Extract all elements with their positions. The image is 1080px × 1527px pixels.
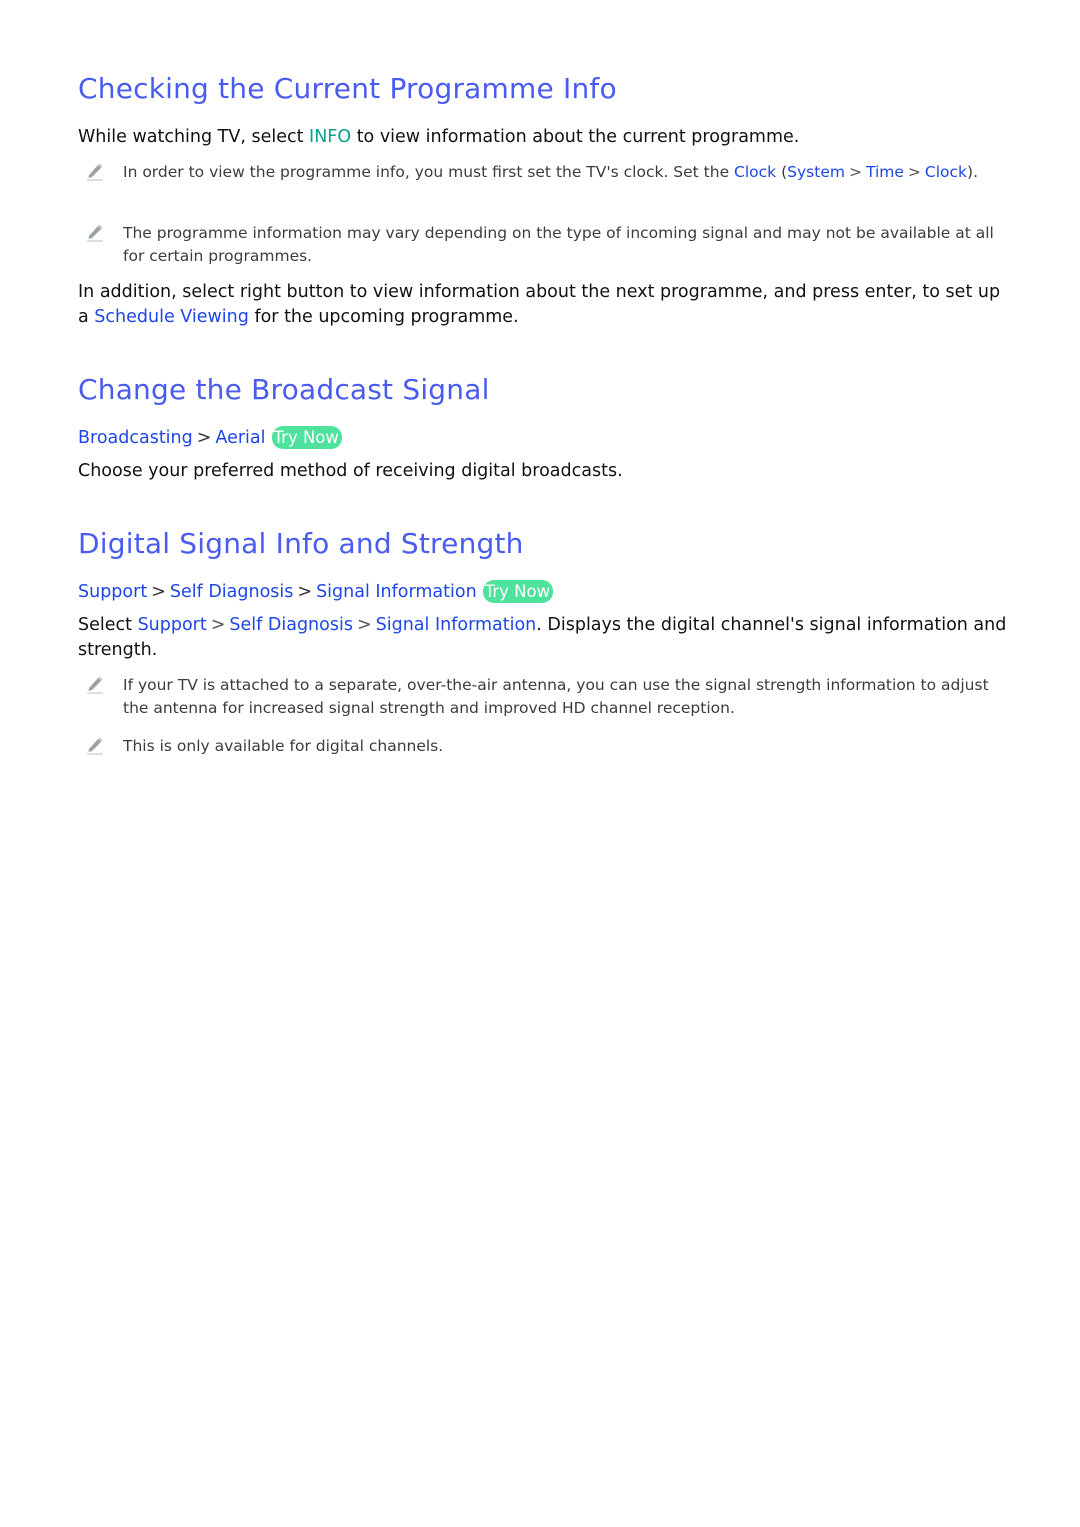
section-title-programme-info: Checking the Current Programme Info [78, 72, 617, 105]
intro-text-end: to view information about the current pr… [351, 127, 800, 147]
menu-path-signal-information: Support > Self Diagnosis > Signal Informatio… [78, 580, 554, 604]
note-text: This is only available for digital chann… [123, 737, 444, 755]
support-link-inline[interactable]: Support [138, 615, 207, 635]
broadcast-signal-description: Choose your preferred method of receivin… [78, 461, 623, 481]
chevron-right-icon: > [151, 582, 166, 602]
pencil-icon [87, 163, 103, 181]
self-diagnosis-link-inline[interactable]: Self Diagnosis [229, 615, 353, 635]
support-link[interactable]: Support [78, 582, 147, 602]
pencil-icon [87, 224, 103, 242]
description-text: Select [78, 615, 138, 635]
pencil-icon [87, 676, 103, 694]
schedule-viewing-link[interactable]: Schedule Viewing [94, 307, 249, 327]
programme-info-outro: In addition, select right button to view… [78, 280, 1008, 330]
menu-path-broadcasting: Broadcasting > Aerial Try Now [78, 426, 342, 450]
clock-link[interactable]: Clock [734, 163, 776, 181]
chevron-right-icon: > [848, 163, 862, 181]
chevron-right-icon: > [210, 615, 226, 635]
aerial-link[interactable]: Aerial [215, 428, 265, 448]
note-antenna: If your TV is attached to a separate, ov… [87, 674, 1003, 720]
section-title-broadcast-signal: Change the Broadcast Signal [78, 373, 490, 406]
system-link[interactable]: System [787, 163, 845, 181]
info-button-label: INFO [309, 127, 352, 147]
section-title-digital-signal: Digital Signal Info and Strength [78, 527, 524, 560]
signal-information-link-inline[interactable]: Signal Information [376, 615, 537, 635]
broadcasting-link[interactable]: Broadcasting [78, 428, 193, 448]
time-link[interactable]: Time [866, 163, 904, 181]
self-diagnosis-link[interactable]: Self Diagnosis [170, 582, 294, 602]
digital-signal-description: Select Support > Self Diagnosis > Signal Inf… [78, 613, 1008, 663]
chevron-right-icon: > [356, 615, 372, 635]
chevron-right-icon: > [907, 163, 921, 181]
note-digital-only: This is only available for digital chann… [87, 735, 1003, 758]
try-now-button[interactable]: Try Now [482, 580, 554, 603]
pencil-icon [87, 737, 103, 755]
note-text: In order to view the programme info, you… [123, 163, 735, 181]
note-clock: In order to view the programme info, you… [87, 161, 1003, 184]
intro-text: While watching TV, select [78, 127, 310, 147]
programme-info-intro: While watching TV, select INFO to view i… [78, 125, 1008, 150]
outro-text-end: for the upcoming programme. [248, 307, 519, 327]
try-now-button[interactable]: Try Now [271, 426, 342, 449]
note-paren-open: ( [776, 163, 788, 181]
note-paren-close: ). [967, 163, 979, 181]
chevron-right-icon: > [297, 582, 313, 602]
clock-menu-link[interactable]: Clock [925, 163, 967, 181]
note-text: If your TV is attached to a separate, ov… [123, 676, 989, 717]
signal-information-link[interactable]: Signal Information [316, 582, 477, 602]
note-text: The programme information may vary depen… [123, 224, 994, 265]
chevron-right-icon: > [196, 428, 212, 448]
note-programme-variation: The programme information may vary depen… [87, 222, 1003, 268]
